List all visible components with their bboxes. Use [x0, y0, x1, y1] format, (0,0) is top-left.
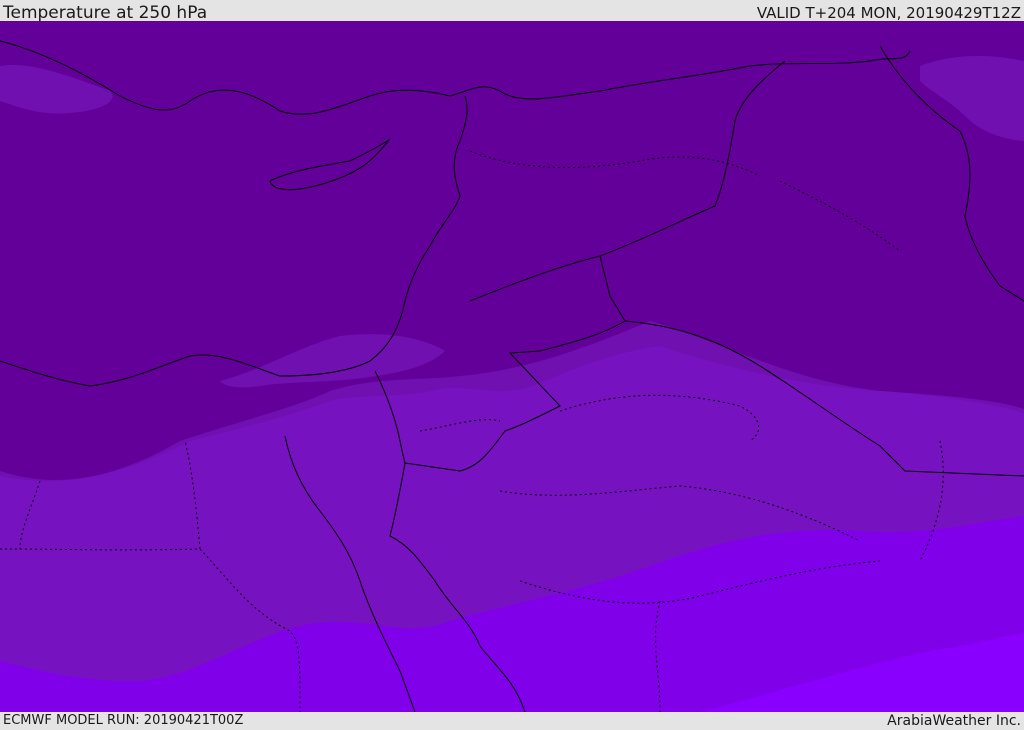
header-bar: Temperature at 250 hPa VALID T+204 MON, …	[0, 0, 1024, 23]
map-canvas	[0, 21, 1024, 712]
credit: ArabiaWeather Inc.	[887, 713, 1021, 729]
weather-map[interactable]	[0, 21, 1024, 712]
map-title: Temperature at 250 hPa	[3, 3, 208, 23]
footer-bar: ECMWF MODEL RUN: 20190421T00Z ArabiaWeat…	[0, 712, 1024, 729]
model-run: ECMWF MODEL RUN: 20190421T00Z	[3, 713, 244, 728]
